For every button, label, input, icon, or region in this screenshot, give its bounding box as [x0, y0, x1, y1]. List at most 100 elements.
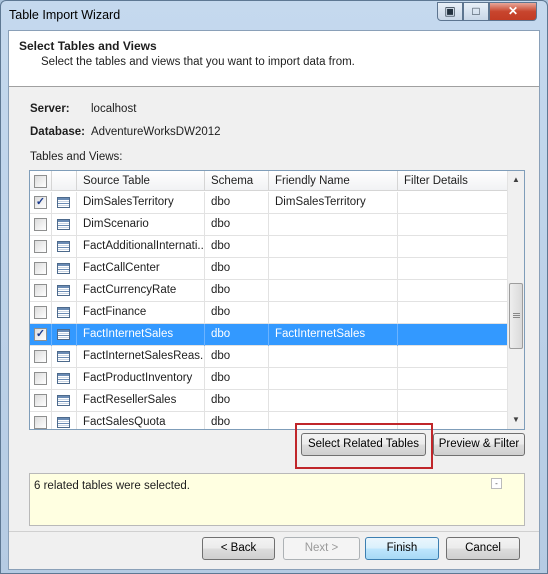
table-row[interactable]: FactProductInventory dbo: [30, 368, 508, 390]
cell-icon: [52, 346, 77, 368]
cell-schema[interactable]: dbo: [205, 214, 269, 236]
cell-friendly-name[interactable]: [269, 236, 398, 258]
table-row[interactable]: FactCurrencyRate dbo: [30, 280, 508, 302]
cell-schema[interactable]: dbo: [205, 368, 269, 390]
table-row[interactable]: FactCallCenter dbo: [30, 258, 508, 280]
table-row[interactable]: ✓ DimSalesTerritory dbo DimSalesTerritory: [30, 192, 508, 214]
column-header-filter-details[interactable]: Filter Details: [398, 171, 508, 191]
cell-source-table[interactable]: FactAdditionalInternati...: [77, 236, 205, 258]
table-row[interactable]: FactInternetSalesReas... dbo: [30, 346, 508, 368]
cell-friendly-name[interactable]: [269, 346, 398, 368]
footer-divider: [9, 531, 539, 532]
cancel-button[interactable]: Cancel: [446, 537, 520, 560]
cell-source-table[interactable]: FactResellerSales: [77, 390, 205, 412]
preview-filter-button[interactable]: Preview & Filter: [433, 433, 525, 456]
table-row[interactable]: DimScenario dbo: [30, 214, 508, 236]
cell-schema[interactable]: dbo: [205, 346, 269, 368]
cell-friendly-name[interactable]: [269, 258, 398, 280]
cell-schema[interactable]: dbo: [205, 236, 269, 258]
cell-checkbox[interactable]: ✓: [30, 324, 52, 346]
cell-icon: [52, 324, 77, 346]
include-table-checkbox[interactable]: [34, 284, 47, 297]
cell-filter-details[interactable]: [398, 302, 508, 324]
cell-schema[interactable]: dbo: [205, 324, 269, 346]
include-table-checkbox[interactable]: [34, 372, 47, 385]
table-row[interactable]: FactResellerSales dbo: [30, 390, 508, 412]
cell-friendly-name[interactable]: [269, 214, 398, 236]
back-button[interactable]: < Back: [202, 537, 275, 560]
cell-schema[interactable]: dbo: [205, 258, 269, 280]
column-header-schema[interactable]: Schema: [205, 171, 269, 191]
status-scroll-icon[interactable]: -: [491, 478, 502, 489]
cell-filter-details[interactable]: [398, 280, 508, 302]
grip-icon: [513, 313, 520, 314]
cell-filter-details[interactable]: [398, 192, 508, 214]
cell-icon: [52, 192, 77, 214]
include-table-checkbox[interactable]: ✓: [34, 196, 47, 209]
cell-source-table[interactable]: FactSalesQuota: [77, 412, 205, 429]
include-table-checkbox[interactable]: [34, 218, 47, 231]
select-all-header[interactable]: [30, 171, 52, 191]
table-row[interactable]: ✓ FactInternetSales dbo FactInternetSales: [30, 324, 508, 346]
cell-friendly-name[interactable]: [269, 368, 398, 390]
cell-source-table[interactable]: DimScenario: [77, 214, 205, 236]
cell-checkbox[interactable]: [30, 346, 52, 368]
cell-checkbox[interactable]: [30, 302, 52, 324]
table-row[interactable]: FactAdditionalInternati... dbo: [30, 236, 508, 258]
include-table-checkbox[interactable]: [34, 306, 47, 319]
cell-source-table[interactable]: FactProductInventory: [77, 368, 205, 390]
cell-checkbox[interactable]: [30, 280, 52, 302]
scroll-thumb[interactable]: [509, 283, 523, 349]
cell-checkbox[interactable]: [30, 236, 52, 258]
cell-schema[interactable]: dbo: [205, 192, 269, 214]
include-table-checkbox[interactable]: [34, 240, 47, 253]
cell-filter-details[interactable]: [398, 214, 508, 236]
grid-vertical-scrollbar[interactable]: ▲ ▼: [507, 171, 524, 429]
cell-schema[interactable]: dbo: [205, 302, 269, 324]
table-row[interactable]: FactFinance dbo: [30, 302, 508, 324]
include-table-checkbox[interactable]: [34, 262, 47, 275]
cell-schema[interactable]: dbo: [205, 390, 269, 412]
cell-source-table[interactable]: DimSalesTerritory: [77, 192, 205, 214]
cell-checkbox[interactable]: [30, 214, 52, 236]
cell-friendly-name[interactable]: [269, 302, 398, 324]
cell-filter-details[interactable]: [398, 368, 508, 390]
cell-friendly-name[interactable]: DimSalesTerritory: [269, 192, 398, 214]
cell-filter-details[interactable]: [398, 258, 508, 280]
cell-checkbox[interactable]: [30, 368, 52, 390]
select-related-tables-button[interactable]: Select Related Tables: [301, 433, 426, 456]
cell-filter-details[interactable]: [398, 390, 508, 412]
include-table-checkbox[interactable]: [34, 394, 47, 407]
cell-friendly-name[interactable]: [269, 390, 398, 412]
cell-friendly-name[interactable]: FactInternetSales: [269, 324, 398, 346]
maximize-icon[interactable]: □: [463, 2, 489, 21]
cell-schema[interactable]: dbo: [205, 412, 269, 429]
cell-source-table[interactable]: FactCurrencyRate: [77, 280, 205, 302]
next-button[interactable]: Next >: [283, 537, 360, 560]
scroll-up-icon[interactable]: ▲: [508, 171, 524, 188]
cell-source-table[interactable]: FactCallCenter: [77, 258, 205, 280]
cell-checkbox[interactable]: [30, 390, 52, 412]
select-all-checkbox[interactable]: [34, 175, 47, 188]
cell-schema[interactable]: dbo: [205, 280, 269, 302]
cell-filter-details[interactable]: [398, 346, 508, 368]
table-row[interactable]: FactSalesQuota dbo: [30, 412, 508, 429]
cell-filter-details[interactable]: [398, 236, 508, 258]
cell-friendly-name[interactable]: [269, 280, 398, 302]
cell-filter-details[interactable]: [398, 324, 508, 346]
cell-source-table[interactable]: FactInternetSalesReas...: [77, 346, 205, 368]
include-table-checkbox[interactable]: [34, 350, 47, 363]
cell-checkbox[interactable]: [30, 412, 52, 429]
help-icon[interactable]: ▣: [437, 2, 463, 21]
include-table-checkbox[interactable]: ✓: [34, 328, 47, 341]
cell-source-table[interactable]: FactFinance: [77, 302, 205, 324]
finish-button[interactable]: Finish: [365, 537, 439, 560]
cell-checkbox[interactable]: [30, 258, 52, 280]
include-table-checkbox[interactable]: [34, 416, 47, 429]
scroll-down-icon[interactable]: ▼: [508, 411, 524, 428]
cell-checkbox[interactable]: ✓: [30, 192, 52, 214]
column-header-source-table[interactable]: Source Table: [77, 171, 205, 191]
close-icon[interactable]: ✕: [489, 2, 537, 21]
cell-source-table[interactable]: FactInternetSales: [77, 324, 205, 346]
column-header-friendly-name[interactable]: Friendly Name: [269, 171, 398, 191]
